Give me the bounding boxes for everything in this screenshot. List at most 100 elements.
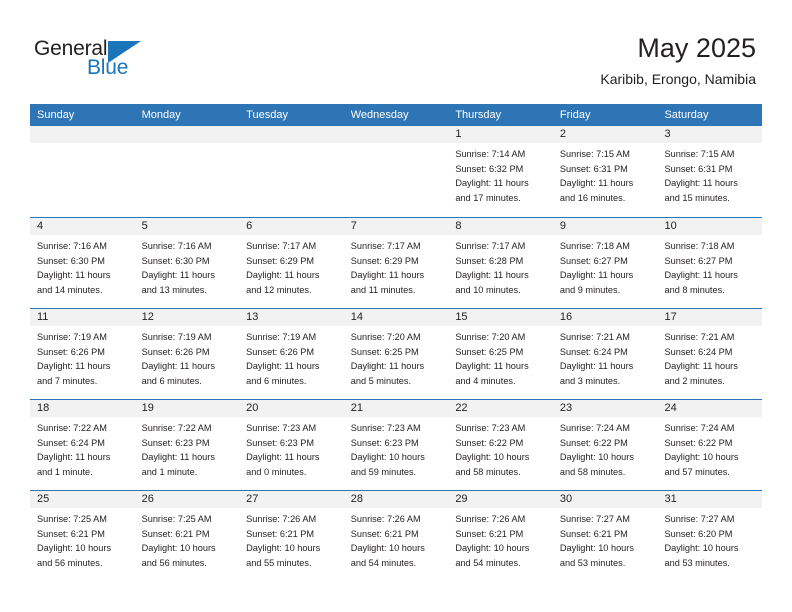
calendar-day-cell[interactable]: 10 Sunrise: 7:18 AM Sunset: 6:27 PM Dayligh… [657, 218, 763, 308]
day-number: 5 [134, 218, 240, 235]
daylight-text-line2: and 15 minutes. [664, 192, 730, 203]
day-number: 11 [30, 309, 135, 326]
daylight-text-line2: and 9 minutes. [559, 284, 621, 295]
day-details: Sunrise: 7:22 AM Sunset: 6:24 PM Daylight:… [30, 417, 135, 479]
daylight-text-line1: Daylight: 10 hours [246, 543, 321, 553]
day-number: 22 [448, 400, 553, 417]
sunset-text: Sunset: 6:22 PM [559, 437, 628, 448]
calendar-day-cell[interactable]: 3 Sunrise: 7:15 AM Sunset: 6:31 PM Daylight… [657, 126, 763, 217]
sunrise-text: Sunrise: 7:27 AM [664, 514, 735, 524]
sunset-text: Sunset: 6:24 PM [559, 346, 628, 357]
calendar-weeks: 1 Sunrise: 7:14 AM Sunset: 6:32 PM Daylight… [30, 126, 763, 581]
daylight-text-line2: and 16 minutes. [559, 192, 626, 203]
daylight-text-line2: and 59 minutes. [350, 466, 417, 477]
calendar-day-cell[interactable]: 5 Sunrise: 7:16 AM Sunset: 6:30 PM Daylight… [134, 218, 240, 308]
sunrise-text: Sunrise: 7:21 AM [559, 332, 630, 342]
sunrise-text: Sunrise: 7:18 AM [559, 241, 630, 251]
day-number [343, 126, 449, 143]
sunset-text: Sunset: 6:23 PM [246, 437, 315, 448]
general-blue-logo[interactable]: General Blue [34, 38, 146, 84]
day-number: 26 [134, 491, 240, 508]
calendar-day-cell[interactable]: 24 Sunrise: 7:24 AM Sunset: 6:22 PM Dayligh… [657, 400, 763, 490]
daylight-text-line2: and 2 minutes. [664, 375, 725, 386]
day-number: 12 [134, 309, 240, 326]
daylight-text-line1: Daylight: 11 hours [559, 361, 634, 371]
calendar-day-cell[interactable]: 22 Sunrise: 7:23 AM Sunset: 6:22 PM Dayligh… [448, 400, 553, 490]
day-details: Sunrise: 7:23 AM Sunset: 6:23 PM Daylight:… [239, 417, 344, 479]
daylight-text-line2: and 53 minutes. [664, 557, 730, 568]
sunrise-text: Sunrise: 7:25 AM [37, 514, 107, 524]
calendar-day-cell[interactable]: 21 Sunrise: 7:23 AM Sunset: 6:23 PM Dayligh… [343, 400, 449, 490]
calendar-day-cell[interactable]: 28 Sunrise: 7:26 AM Sunset: 6:21 PM Dayligh… [343, 491, 449, 581]
sunrise-text: Sunrise: 7:19 AM [37, 332, 107, 342]
calendar-day-cell[interactable]: 18 Sunrise: 7:22 AM Sunset: 6:24 PM Dayligh… [30, 400, 135, 490]
sunset-text: Sunset: 6:26 PM [246, 346, 315, 357]
calendar-day-cell[interactable]: 16 Sunrise: 7:21 AM Sunset: 6:24 PM Dayligh… [552, 309, 658, 399]
daylight-text-line2: and 1 minute. [141, 466, 198, 477]
calendar-day-cell[interactable]: 20 Sunrise: 7:23 AM Sunset: 6:23 PM Dayligh… [239, 400, 344, 490]
daylight-text-line1: Daylight: 10 hours [141, 543, 216, 553]
calendar-day-cell[interactable]: 25 Sunrise: 7:25 AM Sunset: 6:21 PM Dayligh… [30, 491, 135, 581]
calendar-day-cell[interactable]: 23 Sunrise: 7:24 AM Sunset: 6:22 PM Dayligh… [552, 400, 658, 490]
calendar-grid: Sunday Monday Tuesday Wednesday Thursday Frid… [30, 104, 763, 581]
title-block: May 2025 Karibib, Erongo, Namibia [600, 32, 756, 88]
daylight-text-line2: and 5 minutes. [350, 375, 412, 386]
sunset-text: Sunset: 6:21 PM [559, 528, 628, 539]
calendar-day-cell-empty [134, 126, 240, 217]
daylight-text-line2: and 55 minutes. [246, 557, 312, 568]
daylight-text-line2: and 14 minutes. [37, 284, 103, 295]
sunrise-text: Sunrise: 7:20 AM [350, 332, 421, 342]
sunset-text: Sunset: 6:26 PM [141, 346, 210, 357]
sunset-text: Sunset: 6:21 PM [455, 528, 524, 539]
day-number: 21 [343, 400, 449, 417]
sunrise-text: Sunrise: 7:21 AM [664, 332, 735, 342]
sunrise-text: Sunrise: 7:24 AM [559, 423, 630, 433]
sunrise-text: Sunrise: 7:16 AM [37, 241, 107, 251]
calendar-day-cell[interactable]: 7 Sunrise: 7:17 AM Sunset: 6:29 PM Daylight… [343, 218, 449, 308]
calendar-day-cell[interactable]: 13 Sunrise: 7:19 AM Sunset: 6:26 PM Dayligh… [239, 309, 344, 399]
sunrise-text: Sunrise: 7:18 AM [664, 241, 735, 251]
calendar-day-cell[interactable]: 31 Sunrise: 7:27 AM Sunset: 6:20 PM Dayligh… [657, 491, 763, 581]
calendar-day-cell[interactable]: 4 Sunrise: 7:16 AM Sunset: 6:30 PM Daylight… [30, 218, 135, 308]
sunrise-text: Sunrise: 7:17 AM [246, 241, 317, 251]
daylight-text-line1: Daylight: 11 hours [664, 361, 738, 371]
sunset-text: Sunset: 6:29 PM [350, 255, 419, 266]
calendar-day-cell[interactable]: 27 Sunrise: 7:26 AM Sunset: 6:21 PM Dayligh… [239, 491, 344, 581]
daylight-text-line2: and 58 minutes. [559, 466, 626, 477]
calendar-day-cell[interactable]: 9 Sunrise: 7:18 AM Sunset: 6:27 PM Daylight… [552, 218, 658, 308]
calendar-day-cell[interactable]: 15 Sunrise: 7:20 AM Sunset: 6:25 PM Dayligh… [448, 309, 553, 399]
sunrise-text: Sunrise: 7:16 AM [141, 241, 212, 251]
calendar-day-cell[interactable]: 8 Sunrise: 7:17 AM Sunset: 6:28 PM Daylight… [448, 218, 553, 308]
daylight-text-line1: Daylight: 11 hours [141, 361, 215, 371]
calendar-day-cell[interactable]: 29 Sunrise: 7:26 AM Sunset: 6:21 PM Dayligh… [448, 491, 553, 581]
weekday-header-monday: Monday [141, 109, 181, 121]
sunrise-text: Sunrise: 7:20 AM [455, 332, 526, 342]
sunrise-text: Sunrise: 7:26 AM [350, 514, 421, 524]
calendar-day-cell[interactable]: 19 Sunrise: 7:22 AM Sunset: 6:23 PM Dayligh… [134, 400, 240, 490]
sunset-text: Sunset: 6:24 PM [664, 346, 733, 357]
daylight-text-line1: Daylight: 11 hours [664, 270, 738, 280]
calendar-day-cell[interactable]: 6 Sunrise: 7:17 AM Sunset: 6:29 PM Daylight… [239, 218, 344, 308]
day-number: 3 [657, 126, 763, 143]
day-number [239, 126, 344, 143]
sunrise-text: Sunrise: 7:27 AM [559, 514, 630, 524]
day-details: Sunrise: 7:22 AM Sunset: 6:23 PM Daylight:… [135, 417, 240, 479]
sunset-text: Sunset: 6:21 PM [350, 528, 419, 539]
daylight-text-line2: and 57 minutes. [664, 466, 730, 477]
calendar-day-cell[interactable]: 1 Sunrise: 7:14 AM Sunset: 6:32 PM Daylight… [448, 126, 553, 217]
sunset-text: Sunset: 6:22 PM [664, 437, 733, 448]
calendar-day-cell[interactable]: 14 Sunrise: 7:20 AM Sunset: 6:25 PM Dayligh… [343, 309, 449, 399]
sunset-text: Sunset: 6:28 PM [455, 255, 524, 266]
calendar-day-cell[interactable]: 30 Sunrise: 7:27 AM Sunset: 6:21 PM Dayligh… [552, 491, 658, 581]
calendar-day-cell[interactable]: 17 Sunrise: 7:21 AM Sunset: 6:24 PM Dayligh… [657, 309, 763, 399]
calendar-day-cell[interactable]: 12 Sunrise: 7:19 AM Sunset: 6:26 PM Dayligh… [134, 309, 240, 399]
calendar-day-cell[interactable]: 2 Sunrise: 7:15 AM Sunset: 6:31 PM Daylight… [552, 126, 658, 217]
sunset-text: Sunset: 6:25 PM [350, 346, 419, 357]
calendar-day-cell[interactable]: 26 Sunrise: 7:25 AM Sunset: 6:21 PM Dayligh… [134, 491, 240, 581]
day-details: Sunrise: 7:16 AM Sunset: 6:30 PM Daylight:… [30, 235, 135, 297]
daylight-text-line1: Daylight: 11 hours [350, 361, 425, 371]
daylight-text-line1: Daylight: 11 hours [664, 178, 738, 188]
calendar-day-cell[interactable]: 11 Sunrise: 7:19 AM Sunset: 6:26 PM Dayligh… [30, 309, 135, 399]
daylight-text-line2: and 58 minutes. [455, 466, 521, 477]
weekday-header-wednesday: Wednesday [350, 109, 409, 121]
